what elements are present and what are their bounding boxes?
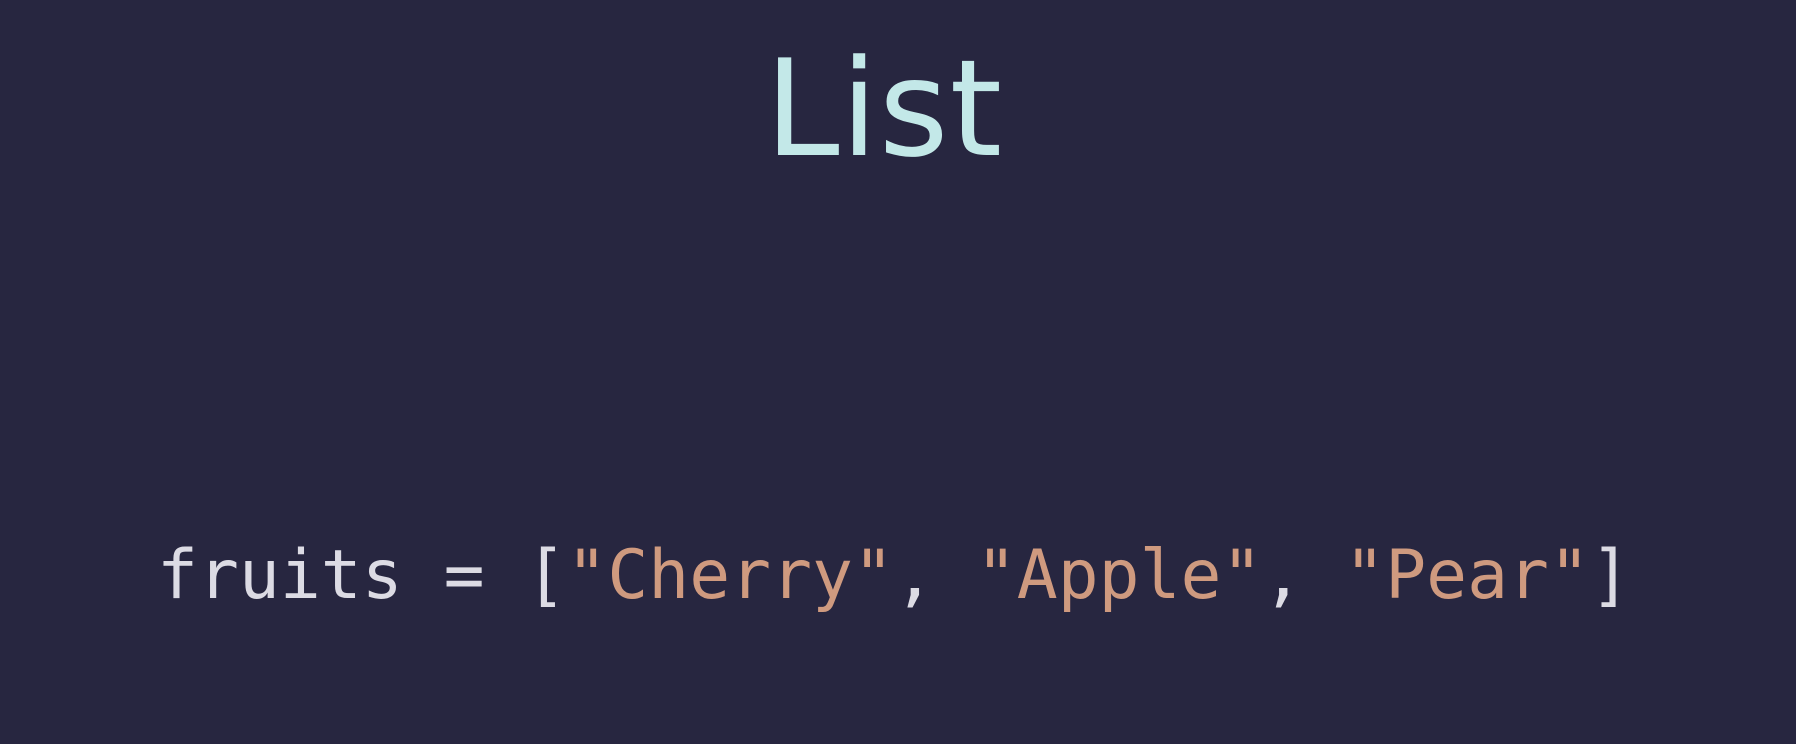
code-string-apple: "Apple" [975,536,1263,615]
code-variable: fruits [157,536,403,615]
code-close-bracket: ] [1589,536,1631,615]
code-open-bracket: [ [525,536,567,615]
code-string-cherry: "Cherry" [566,536,894,615]
code-line: fruits = ["Cherry", "Apple", "Pear"] [157,542,1631,610]
code-separator: , [1262,536,1345,615]
slide-title: List [764,31,1004,187]
code-separator: , [893,536,976,615]
code-string-pear: "Pear" [1344,536,1590,615]
slide: List fruits = ["Cherry", "Apple", "Pear"… [0,0,1796,744]
code-assign-operator: = [402,536,526,615]
